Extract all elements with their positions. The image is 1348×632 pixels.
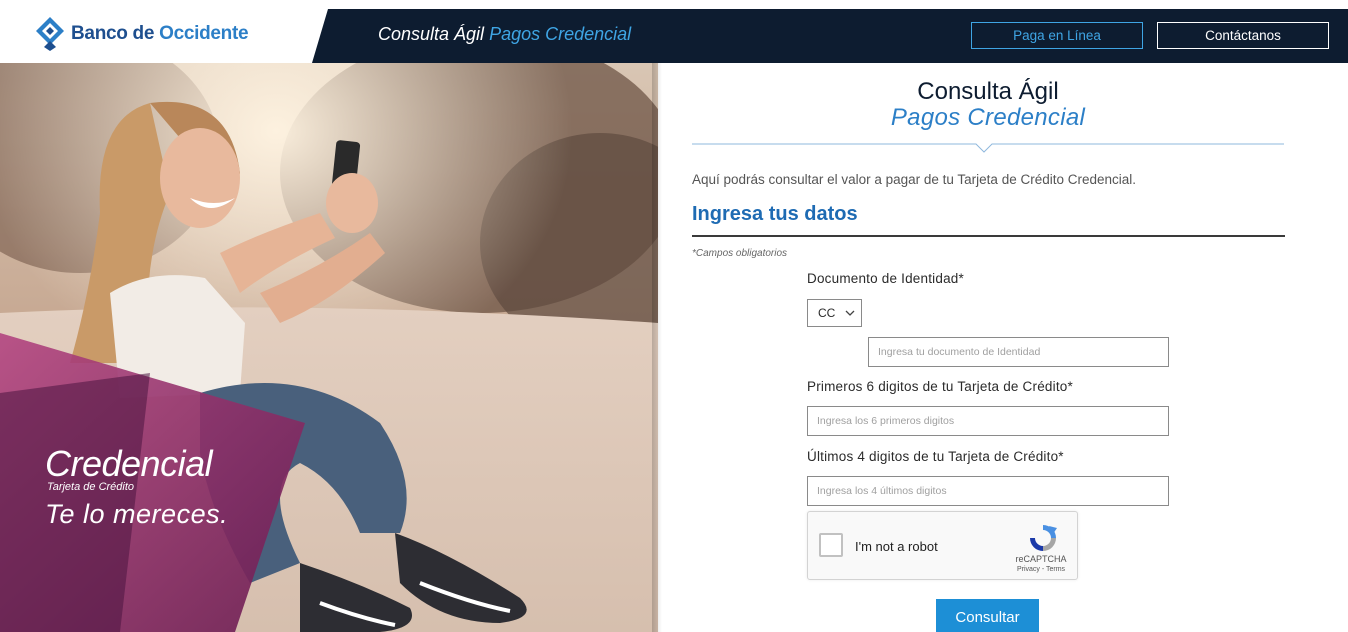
credencial-brand: Credencial Tarjeta de Crédito Te lo mere…	[45, 445, 228, 530]
credencial-brand-name: Credencial	[45, 443, 213, 484]
section-divider	[692, 235, 1285, 237]
bank-logo[interactable]: Banco de Occidente	[35, 16, 249, 52]
first6-label: Primeros 6 digitos de tu Tarjeta de Créd…	[807, 379, 1073, 394]
bank-logo-icon	[36, 17, 64, 51]
form-title-main: Consulta Ágil	[917, 78, 1059, 105]
doc-type-value: CC	[818, 306, 836, 320]
header-title-main: Consulta Ágil	[378, 24, 490, 44]
recaptcha-label: I'm not a robot	[855, 539, 938, 554]
hero-divider-shadow	[652, 63, 662, 632]
recaptcha-widget: I'm not a robot reCAPTCHA Privacy - Term…	[807, 511, 1078, 580]
recaptcha-checkbox[interactable]	[819, 533, 843, 557]
intro-text: Aquí podrás consultar el valor a pagar d…	[692, 172, 1137, 187]
header-title-sub: Pagos Credencial	[489, 24, 632, 44]
first6-digits-input[interactable]	[807, 406, 1169, 436]
form-title-sub: Pagos Credencial	[890, 104, 1086, 131]
doc-number-input[interactable]	[868, 337, 1169, 367]
contact-button[interactable]: Contáctanos	[1157, 22, 1329, 49]
hero-photo	[0, 63, 658, 632]
credencial-slogan: Te lo mereces.	[45, 499, 229, 529]
chevron-down-icon	[845, 310, 855, 316]
hero-image: Credencial Tarjeta de Crédito Te lo mere…	[0, 63, 658, 632]
recaptcha-brand: reCAPTCHA	[1015, 554, 1067, 564]
doc-label: Documento de Identidad*	[807, 271, 964, 286]
doc-type-select[interactable]: CC	[807, 299, 862, 327]
section-title: Ingresa tus datos	[692, 203, 858, 225]
recaptcha-icon	[1030, 525, 1057, 551]
title-divider	[692, 143, 1284, 153]
submit-button[interactable]: Consultar	[936, 599, 1039, 632]
last4-digits-input[interactable]	[807, 476, 1169, 506]
header-title: Consulta Ágil Pagos Credencial	[378, 24, 631, 45]
form-title: Consulta Ágil Pagos Credencial	[692, 78, 1284, 131]
required-fields-note: *Campos obligatorios	[692, 248, 788, 259]
recaptcha-links[interactable]: Privacy - Terms	[1010, 566, 1072, 573]
bank-logo-text: Banco de Occidente	[71, 23, 249, 44]
last4-label: Últimos 4 digitos de tu Tarjeta de Crédi…	[807, 449, 1064, 464]
top-header: Banco de Occidente Consulta Ágil Pagos C…	[0, 0, 1348, 63]
pay-online-button[interactable]: Paga en Línea	[971, 22, 1143, 49]
